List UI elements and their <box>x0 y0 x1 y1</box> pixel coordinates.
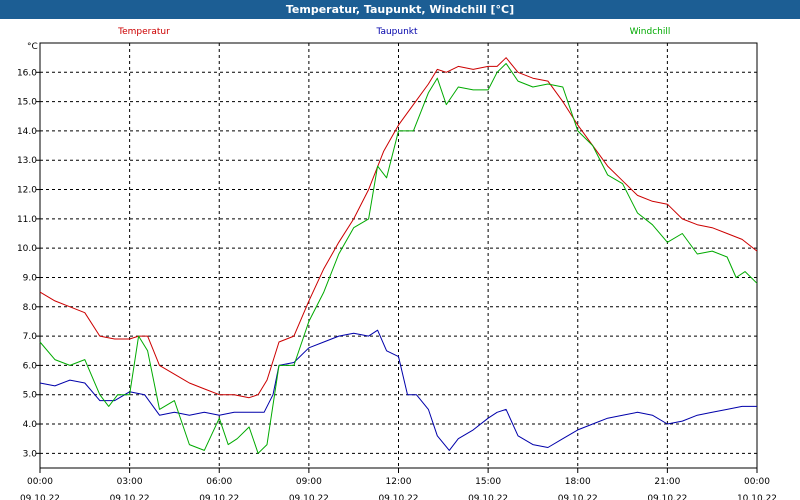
x-tick-date-label: 09.10.22 <box>110 494 150 500</box>
legend-entry-windchill: Windchill <box>630 27 671 37</box>
x-tick-time-label: 03:00 <box>117 477 143 487</box>
legend: Temperatur Taupunkt Windchill <box>117 27 670 37</box>
y-tick-label: 16.0 <box>17 68 37 78</box>
x-tick-time-label: 21:00 <box>654 477 680 487</box>
x-tick-time-label: 00:00 <box>27 477 53 487</box>
x-tick-time-label: 12:00 <box>386 477 412 487</box>
x-tick-time-label: 09:00 <box>296 477 322 487</box>
legend-entry-taupunkt: Taupunkt <box>375 27 418 37</box>
y-tick-label: 15.0 <box>17 98 37 108</box>
x-tick-time-label: 00:00 <box>744 477 770 487</box>
y-tick-label: 9.0 <box>23 273 38 283</box>
y-tick-label: 13.0 <box>17 156 37 166</box>
y-tick-label: 8.0 <box>23 303 38 313</box>
y-tick-label: 4.0 <box>23 420 38 430</box>
line-chart: 3.0 4.0 5.0 6.0 7.0 8.0 9.0 10.0 11.0 12.0 13.0 14.… <box>17 27 777 500</box>
chart-window: Temperatur, Taupunkt, Windchill [°C] 3.0… <box>0 0 800 500</box>
x-tick-date-label: 10.10.22 <box>737 494 777 500</box>
y-tick-label: 12.0 <box>17 186 37 196</box>
x-tick-date-label: 09.10.22 <box>647 494 687 500</box>
x-tick-date-label: 09.10.22 <box>20 494 60 500</box>
y-tick-label: 3.0 <box>23 449 38 459</box>
x-tick-time-label: 15:00 <box>475 477 501 487</box>
window-title: Temperatur, Taupunkt, Windchill [°C] <box>0 0 800 19</box>
x-tick-time-label: 18:00 <box>565 477 591 487</box>
legend-entry-temperatur: Temperatur <box>117 27 170 37</box>
y-tick-label: 6.0 <box>23 361 38 371</box>
y-tick-label: 10.0 <box>17 244 37 254</box>
y-tick-label: 7.0 <box>23 332 38 342</box>
x-axis: 00:00 09.10.22 03:00 09.10.22 06:00 09.10.22 0… <box>20 468 777 500</box>
y-axis: 3.0 4.0 5.0 6.0 7.0 8.0 9.0 10.0 11.0 12.0 13.0 14.… <box>17 68 40 459</box>
x-tick-date-label: 09.10.22 <box>468 494 508 500</box>
x-tick-date-label: 09.10.22 <box>289 494 329 500</box>
x-tick-time-label: 06:00 <box>206 477 232 487</box>
y-tick-label: 11.0 <box>17 215 37 225</box>
x-tick-date-label: 09.10.22 <box>558 494 598 500</box>
y-tick-label: 14.0 <box>17 127 37 137</box>
y-unit-label: °C <box>27 42 38 52</box>
y-tick-label: 5.0 <box>23 391 38 401</box>
x-tick-date-label: 09.10.22 <box>199 494 239 500</box>
x-tick-date-label: 09.10.22 <box>378 494 418 500</box>
